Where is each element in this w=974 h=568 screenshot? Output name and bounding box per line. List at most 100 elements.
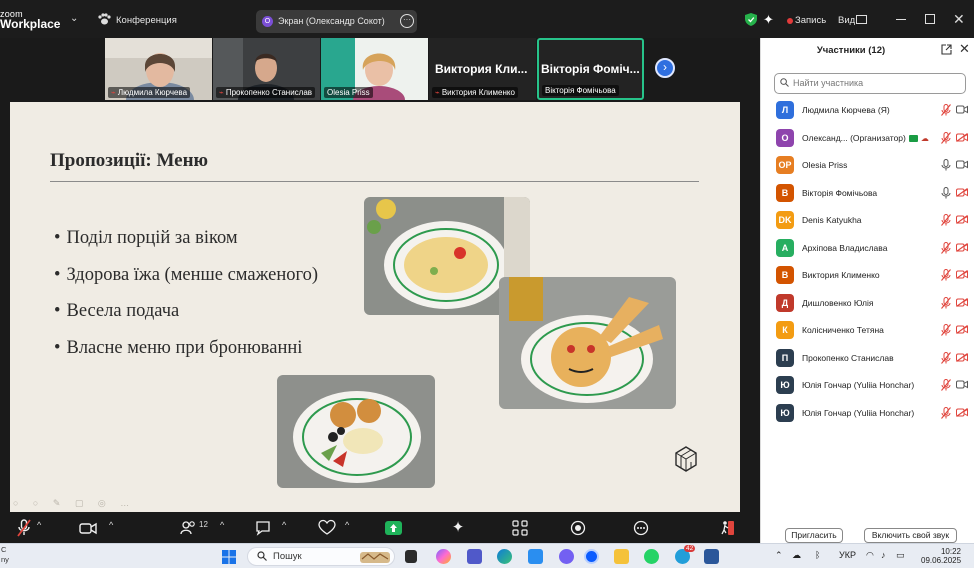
muted-mic-icon[interactable] (941, 406, 951, 419)
close-panel-icon[interactable]: ✕ (959, 41, 970, 57)
cloud-icon[interactable]: ☁ (792, 550, 801, 561)
screen-share-pill[interactable]: O Экран (Олександр Сокот) ··· (256, 10, 417, 33)
camera-off-icon[interactable] (956, 325, 968, 334)
teams-icon[interactable] (467, 549, 482, 564)
ai-companion-icon[interactable]: ✦ (763, 12, 774, 28)
share-screen-icon[interactable] (385, 519, 402, 537)
whatsapp-icon[interactable] (644, 549, 659, 564)
participants-icon[interactable] (180, 519, 196, 537)
muted-mic-icon[interactable] (941, 324, 951, 336)
participant-row[interactable]: В Виктория Клименко (761, 263, 974, 291)
camera-off-icon[interactable] (956, 297, 968, 307)
camera-on-icon[interactable] (956, 105, 968, 114)
participant-row[interactable]: OP Olesia Priss (761, 153, 974, 181)
participant-tile[interactable]: Виктория Кли... ⌁ Виктория Клименко (429, 38, 536, 100)
store-icon[interactable] (528, 549, 543, 564)
task-view-icon[interactable] (405, 550, 417, 563)
muted-mic-icon[interactable] (941, 241, 951, 254)
participant-row[interactable]: Ю Юлія Гончар (Yuliia Honchar) (761, 373, 974, 401)
muted-mic-icon[interactable] (941, 351, 951, 364)
view-button[interactable]: Вид (838, 15, 855, 26)
grid-view-icon[interactable] (856, 15, 867, 24)
camera-off-icon[interactable] (956, 132, 968, 142)
camera-on-icon[interactable] (956, 160, 968, 169)
clock[interactable]: 10:22 09.06.2025 (921, 547, 961, 565)
participant-row[interactable]: Л Людмила Кюрчева (Я) (761, 98, 974, 126)
file-explorer-icon[interactable] (614, 549, 629, 564)
taskbar-search-box[interactable]: Пошук (247, 547, 395, 566)
chat-options-caret[interactable]: ^ (282, 520, 286, 530)
record-icon[interactable] (570, 519, 586, 537)
chat-icon[interactable] (255, 519, 271, 537)
camera-off-icon[interactable] (956, 270, 968, 279)
record-button[interactable]: Запись (795, 15, 826, 26)
zoom-logo-workplace: Workplace (0, 17, 61, 31)
camera-off-icon[interactable] (956, 242, 968, 252)
participant-row[interactable]: П Прокопенко Станислав (761, 346, 974, 374)
close-icon[interactable]: ✕ (953, 11, 965, 28)
unmute-self-button[interactable]: Включить свой звук (864, 528, 957, 543)
camera-off-icon[interactable] (956, 352, 968, 362)
participant-row[interactable]: А Архіпова Владислава (761, 236, 974, 264)
shield-icon[interactable] (745, 13, 757, 26)
invite-button[interactable]: Пригласить (785, 528, 843, 543)
apps-icon[interactable] (512, 519, 528, 537)
copilot-icon[interactable] (436, 549, 451, 564)
muted-mic-icon[interactable] (941, 269, 951, 281)
battery-icon[interactable]: ▭ (896, 550, 905, 561)
muted-mic-icon[interactable] (941, 104, 951, 116)
ai-companion-icon[interactable]: ✦ (450, 519, 466, 537)
chevron-down-icon[interactable]: ⌄ (70, 13, 78, 24)
reactions-options-caret[interactable]: ^ (345, 520, 349, 530)
participant-row[interactable]: К Колісниченко Тетяна (761, 318, 974, 346)
slide-title: Пропозиції: Меню (50, 150, 209, 171)
speaker-icon[interactable]: ♪ (881, 550, 886, 560)
participant-search-input[interactable]: Найти участника (774, 73, 966, 94)
leave-meeting-icon[interactable] (720, 519, 736, 537)
participants-options-caret[interactable]: ^ (220, 520, 224, 530)
more-icon[interactable]: ··· (400, 14, 414, 28)
viber-icon[interactable] (559, 549, 574, 564)
muted-mic-icon[interactable] (941, 379, 951, 391)
participant-tile-active-speaker[interactable]: Вікторія Фоміч... Вікторія Фомічьова (537, 38, 644, 100)
participant-row[interactable]: Д Дишловенко Юлія (761, 291, 974, 319)
maximize-icon[interactable] (925, 14, 935, 24)
meeting-menu[interactable]: Конференция (116, 15, 177, 26)
camera-on-icon[interactable] (956, 380, 968, 389)
slide-annotation-tools[interactable]: ○ ○ ✎ ▢ ◎ … (13, 498, 135, 509)
mic-options-caret[interactable]: ^ (37, 520, 41, 530)
language-indicator[interactable]: УКР (839, 550, 856, 560)
video-options-caret[interactable]: ^ (109, 520, 113, 530)
participant-row[interactable]: О Олександ... (Организатор) ☁ (761, 126, 974, 154)
camera-off-icon[interactable] (956, 407, 968, 417)
muted-mic-icon[interactable] (941, 131, 951, 144)
camera-off-icon[interactable] (956, 215, 968, 224)
participant-row[interactable]: DK Denis Katyukha (761, 208, 974, 236)
next-page-button[interactable]: › (655, 58, 675, 78)
minimize-icon[interactable] (896, 19, 906, 21)
mic-on-icon[interactable] (941, 159, 951, 171)
edge-icon[interactable] (497, 549, 512, 564)
participant-row[interactable]: В Вікторія Фомічьова (761, 181, 974, 209)
participant-tile[interactable]: ⌁ Прокопенко Станислав (213, 38, 320, 100)
windows-taskbar: Cny Пошук 42 ⌃ ☁ ᛒ УКР ◠ ♪ ▭ 10:22 09.06… (0, 543, 974, 568)
mic-on-icon[interactable] (941, 186, 951, 199)
pop-out-icon[interactable] (941, 44, 952, 55)
chevron-up-icon[interactable]: ⌃ (775, 550, 783, 561)
camera-off-icon[interactable] (956, 187, 968, 197)
video-camera-icon[interactable] (79, 519, 97, 537)
bluetooth-icon[interactable]: ᛒ (815, 550, 820, 560)
word-icon[interactable] (704, 549, 719, 564)
participant-tile[interactable]: ⌁ Людмила Кюрчева (105, 38, 212, 100)
zoom-taskbar-icon[interactable] (584, 549, 599, 564)
participants-count: 12 (199, 520, 208, 529)
reactions-heart-icon[interactable] (318, 519, 336, 537)
muted-mic-icon[interactable] (941, 296, 951, 309)
participant-tile[interactable]: Olesia Priss (321, 38, 428, 100)
wifi-icon[interactable]: ◠ (866, 550, 874, 561)
windows-start-icon[interactable] (222, 550, 236, 564)
muted-mic-icon[interactable] (941, 214, 951, 226)
more-options-icon[interactable] (633, 519, 649, 537)
muted-mic-icon[interactable] (17, 519, 31, 537)
participant-row[interactable]: Ю Юлія Гончар (Yuliia Honchar) (761, 401, 974, 429)
